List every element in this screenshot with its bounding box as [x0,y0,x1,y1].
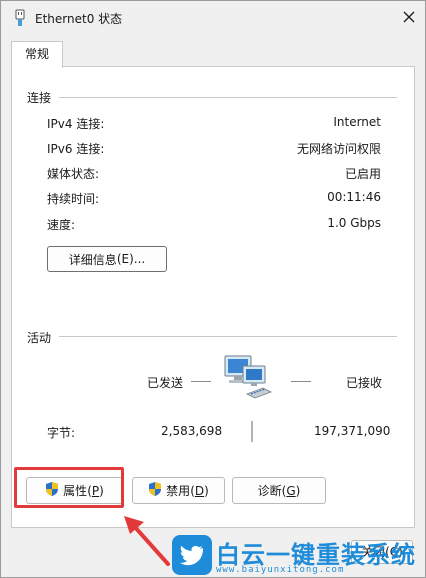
speed-value: 1.0 Gbps [327,216,381,230]
ipv4-label: IPv4 连接: [47,117,105,131]
details-button[interactable]: 详细信息 (E)... [47,246,167,272]
twitter-bird-logo-icon [172,535,212,578]
connection-group-label: 连接 [27,91,52,105]
ethernet-plug-icon [13,9,27,30]
diagnose-button[interactable]: 诊断(G) [232,477,326,504]
tab-general[interactable]: 常规 [11,41,63,68]
disable-button[interactable]: 禁用(D) [132,477,225,504]
ipv4-value: Internet [333,115,381,129]
ipv6-label: IPv6 连接: [47,142,105,156]
duration-label: 持续时间: [47,192,100,206]
details-button-label: 详细信息 [68,252,117,267]
sent-dash [191,381,211,382]
speed-label: 速度: [47,218,76,232]
details-button-mnemonic: (E)... [116,252,146,266]
red-arrow-icon [120,512,172,571]
uac-shield-icon [148,481,162,500]
tab-panel-general [11,66,415,528]
divider [59,336,397,337]
divider [59,97,397,98]
bytes-label: 字节: [47,426,76,440]
network-computers-icon [223,354,275,405]
media-state-value: 已启用 [344,167,381,181]
bytes-sent-value: 2,583,698 [161,424,223,438]
received-dash [291,381,311,382]
highlight-box [14,467,124,508]
diagnose-button-label: 诊断 [257,484,282,498]
duration-value: 00:11:46 [327,190,381,204]
received-label: 已接收 [346,376,383,390]
title-bar: Ethernet0 状态 [1,1,425,35]
watermark-url: www.baiyunxitong.com [216,565,345,575]
disable-button-label: 禁用 [166,484,191,498]
media-state-label: 媒体状态: [47,167,100,181]
ipv6-value: 无网络访问权限 [296,142,381,156]
activity-group-label: 活动 [27,331,52,345]
bytes-received-value: 197,371,090 [314,424,391,438]
sent-label: 已发送 [147,376,184,390]
watermark: 白云一键重装系统 www.baiyunxitong.com [172,535,426,578]
window-title: Ethernet0 状态 [35,12,123,26]
disable-button-mnemonic: D [194,483,205,498]
diagnose-button-mnemonic: G [286,483,296,498]
bytes-separator [251,421,253,442]
close-icon[interactable] [399,7,419,27]
